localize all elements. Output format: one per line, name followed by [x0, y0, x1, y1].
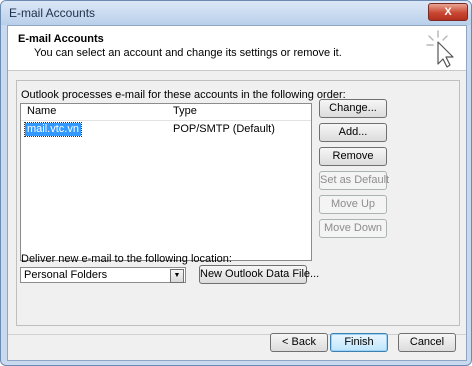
- accounts-instruction: Outlook processes e-mail for these accou…: [21, 89, 346, 101]
- column-header-name[interactable]: Name: [27, 104, 56, 119]
- account-type: POP/SMTP (Default): [173, 123, 275, 135]
- dropdown-arrow-icon[interactable]: ▼: [170, 269, 184, 283]
- header-title: E-mail Accounts: [18, 33, 104, 45]
- close-button[interactable]: X: [428, 3, 468, 21]
- email-accounts-window: E-mail Accounts X E-mail Accounts You ca…: [0, 0, 472, 366]
- window-title: E-mail Accounts: [9, 6, 96, 20]
- new-data-file-button[interactable]: New Outlook Data File...: [199, 265, 319, 284]
- delivery-selected-value: Personal Folders: [24, 269, 108, 281]
- delivery-location-select[interactable]: Personal Folders ▼: [20, 267, 186, 283]
- back-button[interactable]: < Back: [270, 333, 328, 352]
- move-down-button[interactable]: Move Down: [319, 219, 387, 238]
- wizard-cursor-icon: [426, 30, 454, 68]
- close-icon: X: [444, 6, 452, 18]
- remove-button[interactable]: Remove: [319, 147, 387, 166]
- delivery-label: Deliver new e-mail to the following loca…: [21, 253, 232, 265]
- title-bar[interactable]: E-mail Accounts X: [1, 1, 471, 25]
- column-header-type[interactable]: Type: [173, 104, 197, 119]
- accounts-list[interactable]: Name Type mail.vtc.vn POP/SMTP (Default): [20, 103, 312, 261]
- finish-button[interactable]: Finish: [330, 333, 388, 352]
- change-button[interactable]: Change...: [319, 99, 387, 118]
- cancel-button[interactable]: Cancel: [398, 333, 456, 352]
- move-up-button[interactable]: Move Up: [319, 195, 387, 214]
- set-default-button[interactable]: Set as Default: [319, 171, 389, 190]
- account-name[interactable]: mail.vtc.vn: [24, 122, 82, 137]
- wizard-header: E-mail Accounts You can select an accoun…: [8, 26, 466, 71]
- dialog-client: E-mail Accounts You can select an accoun…: [7, 25, 467, 361]
- add-button[interactable]: Add...: [319, 123, 387, 142]
- list-header: Name Type: [21, 104, 311, 121]
- header-subtitle: You can select an account and change its…: [34, 47, 342, 59]
